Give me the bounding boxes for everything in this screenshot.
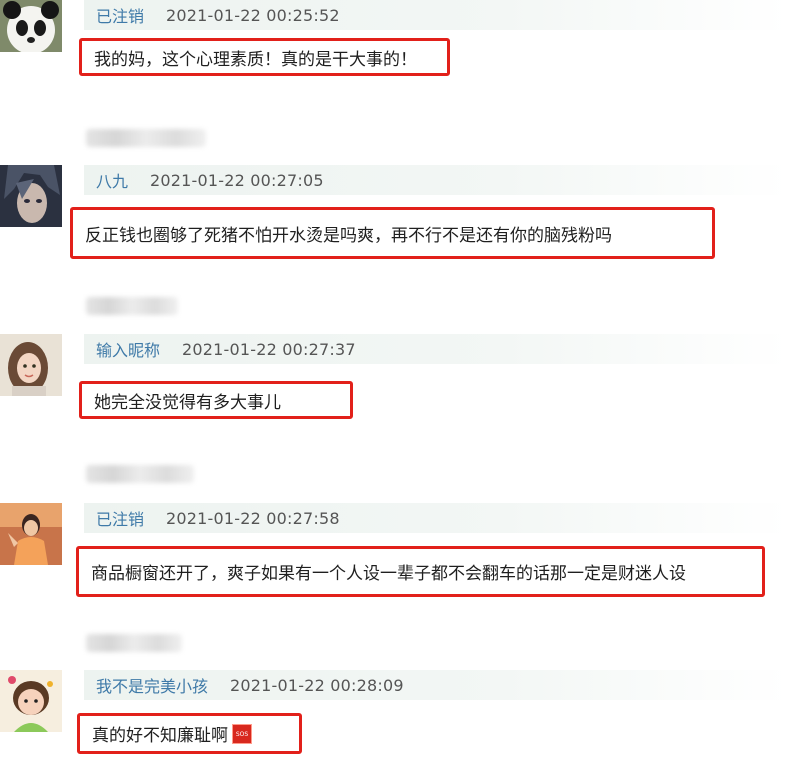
comment-text: 商品橱窗还开了，爽子如果有一个人设一辈子都不会翻车的话那一定是财迷人设 [76,546,765,597]
username-link[interactable]: 八九 [84,168,128,192]
comment-text-content: 她完全没觉得有多大事儿 [94,392,281,413]
comment-item: 输入昵称 2021-01-22 00:27:37 她完全没觉得有多大事儿 [0,334,788,446]
anime-face-avatar-icon[interactable] [0,165,62,227]
comment-meta: 我不是完美小孩 2021-01-22 00:28:09 [84,670,788,700]
username-link[interactable]: 输入昵称 [84,337,160,361]
blurred-content [86,129,206,147]
username-link[interactable]: 我不是完美小孩 [84,673,208,697]
comment-text: 真的好不知廉耻啊 SOS [77,713,302,754]
comment-text-content: 商品橱窗还开了，爽子如果有一个人设一辈子都不会翻车的话那一定是财迷人设 [91,564,686,584]
woman-orange-avatar-icon[interactable] [0,503,62,565]
blurred-content [86,634,182,652]
comment-item: 八九 2021-01-22 00:27:05 反正钱也圈够了死猪不怕开水烫是吗爽… [0,165,788,277]
comment-meta: 已注销 2021-01-22 00:25:52 [84,0,788,30]
comment-text-content: 我的妈，这个心理素质！真的是干大事的！ [94,49,417,70]
comment-item: 已注销 2021-01-22 00:25:52 我的妈，这个心理素质！真的是干大… [0,0,788,102]
comment-timestamp: 2021-01-22 00:28:09 [230,675,404,695]
comment-meta: 输入昵称 2021-01-22 00:27:37 [84,334,788,364]
blurred-content [86,297,178,315]
comment-text: 反正钱也圈够了死猪不怕开水烫是吗爽，再不行不是还有你的脑残粉吗 [70,207,715,259]
comment-timestamp: 2021-01-22 00:25:52 [166,5,340,25]
child-avatar-icon[interactable] [0,670,62,732]
girl-avatar-icon[interactable] [0,334,62,396]
username-link[interactable]: 已注销 [84,506,144,530]
comment-text-content: 真的好不知廉耻啊 [92,726,228,746]
username-link[interactable]: 已注销 [84,3,144,27]
comment-item: 已注销 2021-01-22 00:27:58 商品橱窗还开了，爽子如果有一个人… [0,503,788,615]
comment-text: 我的妈，这个心理素质！真的是干大事的！ [79,38,450,76]
blurred-content [86,465,194,483]
comment-timestamp: 2021-01-22 00:27:37 [182,339,356,359]
comment-item: 我不是完美小孩 2021-01-22 00:28:09 真的好不知廉耻啊 SOS [0,670,788,782]
comment-timestamp: 2021-01-22 00:27:05 [150,170,324,190]
comment-meta: 八九 2021-01-22 00:27:05 [84,165,788,195]
sos-emoji-icon: SOS [232,723,252,744]
comment-text-content: 反正钱也圈够了死猪不怕开水烫是吗爽，再不行不是还有你的脑残粉吗 [85,225,612,246]
panda-avatar-icon[interactable] [0,0,62,52]
comment-meta: 已注销 2021-01-22 00:27:58 [84,503,788,533]
comment-timestamp: 2021-01-22 00:27:58 [166,508,340,528]
comment-text: 她完全没觉得有多大事儿 [79,381,353,419]
